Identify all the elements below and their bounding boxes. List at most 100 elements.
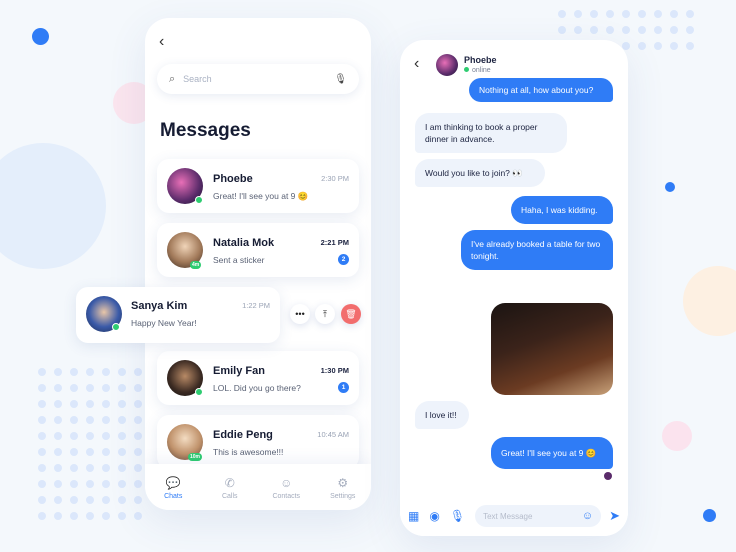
microphone-icon[interactable]: 🎙: [334, 74, 347, 85]
decor-dot: [54, 480, 62, 488]
decor-dot: [70, 464, 78, 472]
decor-dot: [102, 368, 110, 376]
time-badge: 4m: [190, 261, 202, 269]
decor-dot: [38, 480, 46, 488]
decor-dot: [102, 512, 110, 520]
decor-dot: [54, 368, 62, 376]
decor-circle: [665, 182, 675, 192]
message-bubble: Nothing at all, how about you?: [469, 78, 613, 102]
decor-dot: [54, 416, 62, 424]
online-indicator: [464, 67, 469, 72]
message-bubble: Haha, I was kidding.: [511, 196, 613, 224]
contact-name: Emily Fan: [213, 365, 265, 377]
decor-dot: [54, 512, 62, 520]
conversation-item-swiped[interactable]: Sanya Kim Happy New Year! 1:22 PM: [76, 287, 280, 343]
chat-screen: ‹ Phoebe online Nothing at all, how abou…: [400, 40, 628, 536]
back-icon[interactable]: ‹: [414, 56, 419, 72]
decor-dot: [86, 448, 94, 456]
message-input-placeholder: Text Message: [483, 511, 533, 521]
back-icon[interactable]: ‹: [159, 34, 164, 50]
decor-dot: [134, 448, 142, 456]
conversation-item[interactable]: 10m Eddie Peng This is awesome!!! 10:45 …: [157, 415, 359, 469]
decor-dot: [70, 512, 78, 520]
message-preview: LOL. Did you go there?: [213, 383, 301, 393]
online-indicator: [195, 388, 203, 396]
message-preview: Happy New Year!: [131, 318, 197, 328]
decor-dot: [70, 496, 78, 504]
decor-dot: [54, 400, 62, 408]
decor-dot: [86, 480, 94, 488]
message-preview: This is awesome!!!: [213, 447, 284, 457]
decor-dot: [70, 384, 78, 392]
decor-dot: [54, 464, 62, 472]
decor-dot: [670, 42, 678, 50]
decor-dot: [574, 10, 582, 18]
decor-dot: [118, 480, 126, 488]
decor-dot: [38, 416, 46, 424]
decor-dot: [38, 512, 46, 520]
decor-dot: [670, 26, 678, 34]
contact-name: Natalia Mok: [213, 237, 275, 249]
decor-dot: [118, 368, 126, 376]
tab-chats[interactable]: 💬 Chats: [145, 464, 202, 510]
decor-dot: [606, 26, 614, 34]
decor-dot: [86, 400, 94, 408]
decor-dot: [558, 26, 566, 34]
trash-icon[interactable]: 🗑: [341, 304, 361, 324]
camera-icon[interactable]: ◉: [429, 509, 439, 523]
decor-dot: [70, 400, 78, 408]
decor-dot: [134, 480, 142, 488]
message-bubble: I've already booked a table for two toni…: [461, 230, 613, 270]
tab-contacts[interactable]: ☺ Contacts: [258, 464, 315, 510]
decor-dot: [118, 432, 126, 440]
decor-dot: [654, 42, 662, 50]
message-preview: Sent a sticker: [213, 255, 265, 265]
decor-dot: [86, 384, 94, 392]
decor-dot: [638, 10, 646, 18]
photo-attachment[interactable]: [491, 303, 613, 395]
decor-dot: [118, 448, 126, 456]
decor-circle: [662, 421, 692, 451]
decor-circle: [683, 266, 736, 336]
microphone-icon[interactable]: 🎙: [450, 509, 465, 523]
message-bubble: I am thinking to book a proper dinner in…: [415, 113, 567, 153]
online-indicator: [195, 196, 203, 204]
message-preview: Great! I'll see you at 9 😊: [213, 191, 309, 201]
message-input[interactable]: Text Message ☺: [475, 505, 602, 527]
message-time: 1:30 PM: [320, 366, 349, 375]
conversation-item[interactable]: Phoebe Great! I'll see you at 9 😊 2:30 P…: [157, 159, 359, 213]
decor-dot: [118, 384, 126, 392]
conversation-item[interactable]: 4m Natalia Mok Sent a sticker 2:21 PM 2: [157, 223, 359, 277]
decor-dot: [86, 368, 94, 376]
contact-name: Eddie Peng: [213, 429, 273, 441]
decor-dot: [686, 42, 694, 50]
tab-calls[interactable]: ✆ Calls: [202, 464, 259, 510]
conversation-item[interactable]: Emily Fan LOL. Did you go there? 1:30 PM…: [157, 351, 359, 405]
page-title: Messages: [160, 120, 251, 141]
search-bar[interactable]: ⌕ Search 🎙: [157, 64, 359, 94]
message-bubble: Great! I'll see you at 9 😊: [491, 437, 613, 469]
emoji-icon[interactable]: ☺: [582, 510, 593, 522]
tab-label: Calls: [221, 493, 238, 500]
decor-dot: [118, 512, 126, 520]
search-input[interactable]: Search: [183, 74, 212, 84]
decor-dot: [86, 512, 94, 520]
dot-grid: [38, 368, 142, 520]
decor-dot: [54, 384, 62, 392]
tab-bar: 💬 Chats ✆ Calls ☺ Contacts ⚙ Settings: [145, 464, 371, 510]
decor-dot: [102, 432, 110, 440]
apps-icon[interactable]: ▦: [408, 509, 419, 523]
decor-dot: [134, 464, 142, 472]
decor-dot: [38, 400, 46, 408]
pin-icon[interactable]: ⤒: [315, 304, 335, 324]
contact-name: Phoebe: [464, 55, 497, 65]
decor-dot: [638, 42, 646, 50]
tab-settings[interactable]: ⚙ Settings: [315, 464, 372, 510]
composer: ▦ ◉ 🎙 Text Message ☺ ➤: [400, 496, 628, 536]
decor-dot: [86, 416, 94, 424]
message-bubble: I love it!!: [415, 401, 469, 429]
send-icon[interactable]: ➤: [609, 508, 620, 524]
decor-dot: [686, 26, 694, 34]
more-icon[interactable]: •••: [290, 304, 310, 324]
decor-dot: [134, 400, 142, 408]
